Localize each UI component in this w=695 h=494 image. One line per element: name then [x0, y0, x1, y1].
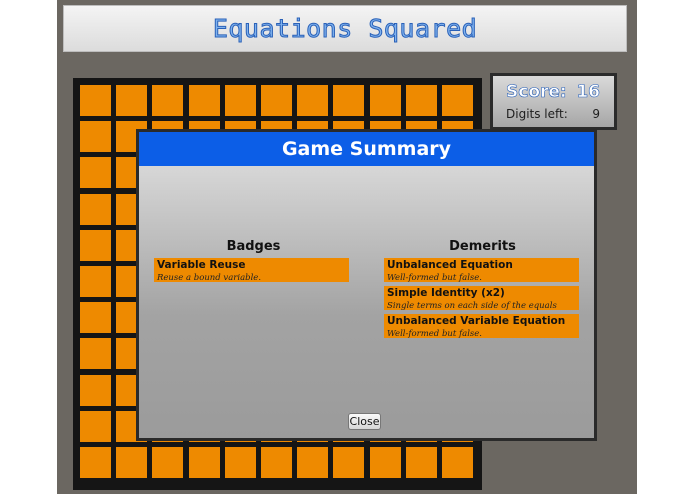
board-tile[interactable] [225, 85, 256, 116]
badges-heading: Badges [226, 239, 281, 254]
board-tile[interactable] [297, 447, 328, 478]
score-panel-inner: Score: 16 Digits left: 9 [493, 76, 614, 127]
dialog-header: Game Summary [139, 132, 594, 166]
demerit-description: Well-formed but false. [387, 329, 483, 339]
board-tile[interactable] [406, 447, 437, 478]
demerits-heading: Demerits [449, 239, 516, 254]
badge-description: Reuse a bound variable. [157, 273, 262, 283]
board-tile[interactable] [261, 447, 292, 478]
close-button[interactable]: Close [348, 413, 381, 430]
board-tile[interactable] [152, 85, 183, 116]
board-tile[interactable] [80, 85, 111, 116]
board-tile[interactable] [80, 230, 111, 261]
game-summary-dialog: Game Summary Badges Demerits Variable Re… [136, 129, 597, 441]
board-tile[interactable] [261, 85, 292, 116]
board-tile[interactable] [116, 85, 147, 116]
title-bar: Equations Squared [63, 5, 627, 52]
board-tile[interactable] [80, 411, 111, 442]
board-tile[interactable] [80, 157, 111, 188]
digits-left-value: 9 [592, 107, 600, 121]
board-tile[interactable] [442, 447, 473, 478]
badge-item: Variable Reuse Reuse a bound variable. [154, 258, 349, 283]
board-tile[interactable] [333, 447, 364, 478]
demerit-name: Unbalanced Equation [387, 259, 513, 271]
score-label: Score: [506, 82, 567, 103]
board-tile[interactable] [189, 85, 220, 116]
score-value: 16 [576, 82, 600, 103]
demerit-name: Unbalanced Variable Equation [387, 315, 566, 327]
digits-left-label: Digits left: [506, 107, 568, 121]
board-tile[interactable] [442, 85, 473, 116]
dialog-title: Game Summary [281, 138, 452, 160]
board-tile[interactable] [152, 447, 183, 478]
board-tile[interactable] [370, 447, 401, 478]
board-tile[interactable] [80, 266, 111, 297]
demerit-item: Simple Identity (x2) Single terms on eac… [384, 286, 579, 311]
demerit-description: Single terms on each side of the equals [387, 301, 557, 311]
dialog-body: Badges Demerits Variable Reuse Reuse a b… [139, 166, 594, 438]
board-tile[interactable] [80, 121, 111, 152]
badge-name: Variable Reuse [157, 259, 246, 271]
board-tile[interactable] [333, 85, 364, 116]
board-tile[interactable] [80, 338, 111, 369]
board-tile[interactable] [189, 447, 220, 478]
score-panel: Score: 16 Digits left: 9 [490, 73, 617, 130]
board-tile[interactable] [116, 447, 147, 478]
board-tile[interactable] [80, 375, 111, 406]
game-title: Equations Squared [212, 14, 478, 44]
board-tile[interactable] [80, 194, 111, 225]
board-tile[interactable] [80, 302, 111, 333]
demerit-name: Simple Identity (x2) [387, 287, 505, 299]
board-tile[interactable] [225, 447, 256, 478]
board-tile[interactable] [80, 447, 111, 478]
demerit-description: Well-formed but false. [387, 273, 483, 283]
demerit-item: Unbalanced Equation Well-formed but fals… [384, 258, 579, 283]
board-tile[interactable] [406, 85, 437, 116]
board-tile[interactable] [370, 85, 401, 116]
board-tile[interactable] [297, 85, 328, 116]
demerit-item: Unbalanced Variable Equation Well-formed… [384, 314, 579, 339]
